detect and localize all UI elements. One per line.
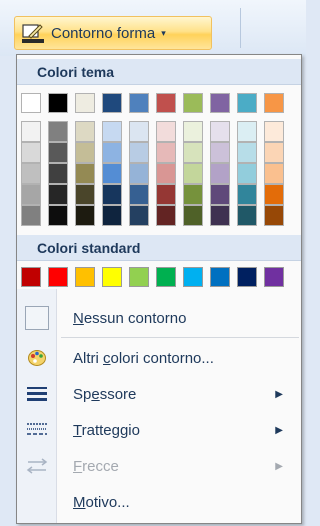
menu-separator — [61, 337, 299, 338]
theme-color-swatch[interactable] — [129, 184, 149, 205]
theme-color-swatch[interactable] — [183, 163, 203, 184]
ribbon-separator — [240, 8, 241, 48]
theme-color-swatch[interactable] — [264, 205, 284, 226]
submenu-arrow-icon: ▶ — [275, 388, 283, 400]
shape-outline-button[interactable]: Contorno forma ▾ — [14, 16, 212, 50]
more-outline-colors-item[interactable]: Altri colori contorno... — [17, 341, 301, 375]
weight-label: Spessore — [73, 385, 137, 403]
theme-color-swatch[interactable] — [48, 121, 68, 142]
theme-color-swatch[interactable] — [183, 205, 203, 226]
dash-style-icon — [27, 423, 47, 435]
theme-color-swatch[interactable] — [102, 184, 122, 205]
theme-color-swatch[interactable] — [237, 142, 257, 163]
shape-outline-label: Contorno forma — [51, 24, 156, 42]
theme-color-swatch[interactable] — [75, 205, 95, 226]
theme-color-swatch[interactable] — [102, 205, 122, 226]
theme-color-swatch[interactable] — [75, 93, 95, 113]
standard-colors-header: Colori standard — [17, 235, 301, 261]
theme-color-swatch[interactable] — [156, 163, 176, 184]
submenu-arrow-icon: ▶ — [275, 460, 283, 472]
theme-color-swatch[interactable] — [210, 142, 230, 163]
palette-icon — [28, 350, 46, 366]
theme-color-swatch[interactable] — [156, 93, 176, 113]
theme-color-swatch[interactable] — [264, 121, 284, 142]
theme-color-swatch[interactable] — [129, 121, 149, 142]
theme-color-swatch[interactable] — [21, 93, 41, 113]
shape-outline-icon — [22, 24, 44, 43]
theme-color-swatch[interactable] — [237, 163, 257, 184]
theme-color-swatch[interactable] — [75, 163, 95, 184]
theme-color-swatch[interactable] — [183, 93, 203, 113]
theme-color-swatch[interactable] — [48, 93, 68, 113]
theme-color-swatch[interactable] — [102, 163, 122, 184]
theme-color-swatch[interactable] — [21, 205, 41, 226]
theme-color-swatch[interactable] — [129, 163, 149, 184]
theme-color-swatch[interactable] — [156, 205, 176, 226]
theme-color-swatch[interactable] — [48, 184, 68, 205]
theme-color-swatch[interactable] — [75, 184, 95, 205]
no-outline-swatch — [25, 306, 49, 330]
theme-color-swatch[interactable] — [183, 121, 203, 142]
theme-color-swatch[interactable] — [48, 205, 68, 226]
theme-color-swatch[interactable] — [21, 184, 41, 205]
standard-color-swatch[interactable] — [21, 267, 41, 287]
theme-color-swatch[interactable] — [156, 121, 176, 142]
theme-colors-header: Colori tema — [17, 59, 301, 85]
standard-color-swatch[interactable] — [210, 267, 230, 287]
arrows-icon — [26, 458, 48, 474]
theme-color-swatch[interactable] — [237, 121, 257, 142]
standard-color-swatch[interactable] — [237, 267, 257, 287]
theme-color-swatch[interactable] — [237, 205, 257, 226]
theme-color-swatch[interactable] — [210, 184, 230, 205]
standard-color-swatch[interactable] — [48, 267, 68, 287]
theme-color-swatch[interactable] — [102, 142, 122, 163]
pattern-label: Motivo... — [73, 493, 130, 511]
standard-color-swatch[interactable] — [264, 267, 284, 287]
theme-color-swatch[interactable] — [129, 93, 149, 113]
theme-color-swatch[interactable] — [237, 184, 257, 205]
theme-color-swatch[interactable] — [75, 121, 95, 142]
theme-color-swatch[interactable] — [264, 142, 284, 163]
theme-color-swatch[interactable] — [210, 93, 230, 113]
dash-label: Tratteggio — [73, 421, 140, 439]
theme-color-swatch[interactable] — [21, 142, 41, 163]
theme-color-swatch[interactable] — [156, 184, 176, 205]
standard-color-swatch[interactable] — [156, 267, 176, 287]
theme-color-swatch[interactable] — [264, 93, 284, 113]
arrows-item: Frecce ▶ — [17, 449, 301, 483]
no-outline-item[interactable]: Nessun contorno — [17, 301, 301, 335]
standard-color-swatch[interactable] — [129, 267, 149, 287]
chevron-down-icon[interactable]: ▾ — [161, 28, 166, 39]
weight-item[interactable]: Spessore ▶ — [17, 377, 301, 411]
pattern-item[interactable]: Motivo... — [17, 485, 301, 519]
theme-color-swatch[interactable] — [48, 163, 68, 184]
no-outline-label: Nessun contorno — [73, 309, 187, 327]
theme-color-swatch[interactable] — [48, 142, 68, 163]
theme-color-swatch[interactable] — [156, 142, 176, 163]
line-weight-icon — [27, 387, 47, 401]
theme-color-swatch[interactable] — [129, 142, 149, 163]
theme-color-swatch[interactable] — [183, 142, 203, 163]
arrows-label: Frecce — [73, 457, 119, 475]
submenu-arrow-icon: ▶ — [275, 424, 283, 436]
theme-color-swatch[interactable] — [102, 93, 122, 113]
theme-color-swatch[interactable] — [21, 121, 41, 142]
theme-color-swatch[interactable] — [129, 205, 149, 226]
standard-color-swatch[interactable] — [183, 267, 203, 287]
theme-color-swatch[interactable] — [21, 163, 41, 184]
theme-color-swatch[interactable] — [102, 121, 122, 142]
theme-color-swatch[interactable] — [75, 142, 95, 163]
theme-color-swatch[interactable] — [210, 121, 230, 142]
standard-color-swatch[interactable] — [102, 267, 122, 287]
theme-color-swatch[interactable] — [264, 184, 284, 205]
theme-color-swatch[interactable] — [210, 163, 230, 184]
theme-color-swatch[interactable] — [237, 93, 257, 113]
standard-color-swatch[interactable] — [75, 267, 95, 287]
theme-color-swatch[interactable] — [183, 184, 203, 205]
theme-color-swatch[interactable] — [210, 205, 230, 226]
outline-color-menu: Colori tema Colori standard Nessun conto… — [16, 54, 302, 524]
theme-color-swatch[interactable] — [264, 163, 284, 184]
dash-item[interactable]: Tratteggio ▶ — [17, 413, 301, 447]
more-outline-colors-label: Altri colori contorno... — [73, 349, 214, 367]
